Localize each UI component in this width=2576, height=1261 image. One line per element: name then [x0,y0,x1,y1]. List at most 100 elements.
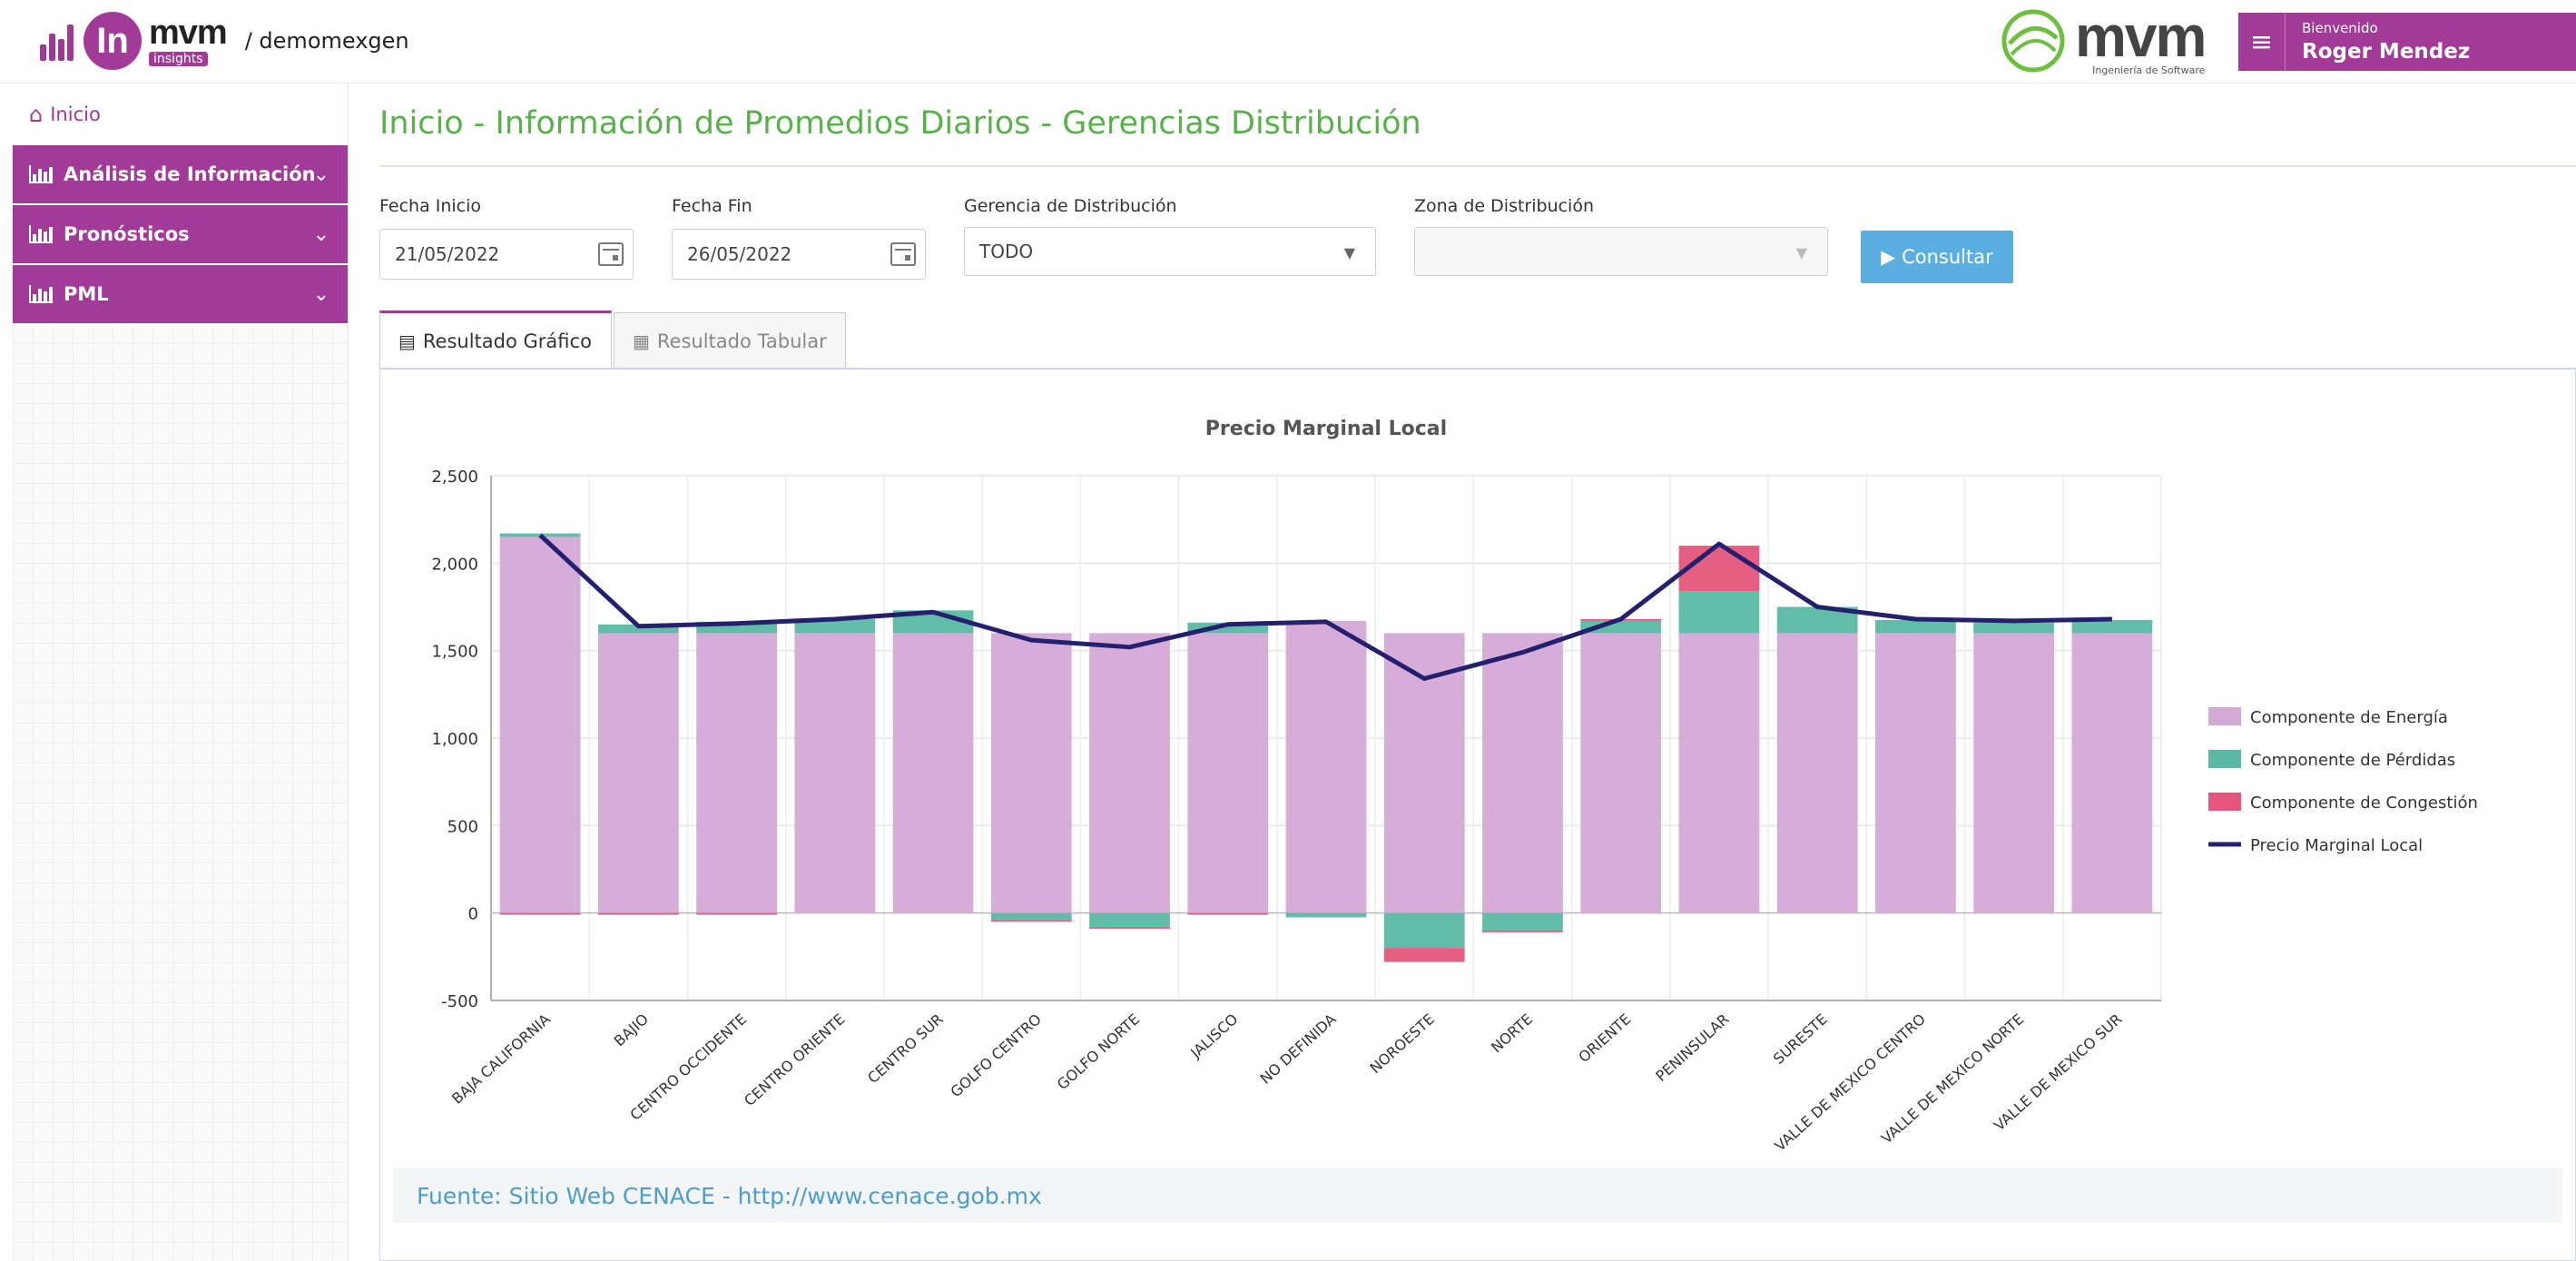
y-tick-label: 1,500 [431,643,478,662]
bar-energia [1089,633,1170,913]
app-subname: insights [149,52,208,66]
bar-chart-icon [29,285,53,303]
x-tick-label: NO DEFINIDA [1256,1010,1339,1088]
y-tick-label: 1,000 [431,730,478,749]
user-menu[interactable]: ≡ Bienvenido Roger Mendez [2238,13,2576,71]
bar-perdidas [1285,912,1367,918]
calendar-icon[interactable] [598,242,624,266]
bar-congestion [1383,948,1465,962]
bar-energia [1580,633,1662,913]
legend-label: Componente de Pérdidas [2250,751,2455,770]
bar-energia [1285,620,1367,913]
legend-swatch [2208,793,2241,811]
x-tick-label: CENTRO SUR [864,1010,947,1087]
bar-energia [2071,633,2153,913]
bar-energia [1875,633,1956,913]
bar-energia [1678,633,1760,913]
sidebar-item-analisis[interactable]: Análisis de Información ⌄ [13,145,348,205]
x-tick-label: GOLFO CENTRO [947,1010,1044,1100]
sidebar-item-pml[interactable]: PML ⌄ [13,265,348,325]
sidebar-item-label: Análisis de Información [64,163,316,185]
fecha-fin-input[interactable]: 26/05/2022 [672,229,926,280]
bar-energia [1973,633,2055,913]
bar-chart-icon [29,165,53,183]
x-tick-label: NOROESTE [1366,1010,1437,1077]
bar-energia [892,633,974,913]
caret-down-icon: ▼ [1795,244,1807,261]
bar-energia [1187,633,1269,913]
bar-energia [1482,633,1563,913]
bar-congestion [499,912,581,915]
legend-swatch [2208,707,2241,725]
legend-label: Componente de Congestión [2250,793,2478,813]
sidebar-item-label: PML [64,283,109,305]
sidebar-item-inicio[interactable]: ⌂ Inicio [13,84,348,145]
bar-congestion [1089,927,1170,930]
y-tick-label: -500 [441,992,478,1011]
top-header: In mvm insights / demomexgen mvm Ingenie… [0,0,2576,84]
source-note: Fuente: Sitio Web CENACE - http://www.ce… [393,1168,2562,1223]
bar-energia [597,633,679,913]
chart-title: Precio Marginal Local [1205,418,1447,440]
x-tick-label: GOLFO NORTE [1054,1010,1143,1093]
x-tick-label: JALISCO [1186,1010,1241,1062]
bar-energia [990,633,1072,913]
bar-energia [499,537,581,913]
bar-congestion [1678,546,1760,592]
x-tick-label: BAJA CALIFORNIA [448,1010,554,1108]
bar-energia [1383,633,1465,913]
bar-energia [696,633,777,913]
fecha-fin-value: 26/05/2022 [687,243,792,265]
app-name: mvm [149,14,228,52]
legend-swatch [2208,750,2241,768]
hamburger-menu-icon[interactable]: ≡ [2238,13,2286,71]
bar-congestion [1482,930,1563,932]
brand-swirl-icon [2001,9,2065,73]
app-logo[interactable]: In mvm insights / demomexgen [36,9,409,73]
legend-label: Precio Marginal Local [2250,836,2423,855]
gerencia-value: TODO [979,241,1034,262]
bar-congestion [696,912,777,915]
brand-name: mvm [2075,3,2207,69]
consultar-button[interactable]: ▶ Consultar [1861,231,2013,283]
bar-perdidas [1089,912,1170,928]
tab-resultado-grafico[interactable]: ▤ Resultado Gráfico [379,310,612,369]
chevron-down-icon: ⌄ [312,163,329,186]
welcome-label: Bienvenido [2302,20,2378,36]
tab-label: Resultado Gráfico [422,330,592,352]
home-icon: ⌂ [29,102,44,127]
bar-perdidas [990,912,1072,921]
y-tick-label: 2,500 [431,468,478,487]
fecha-inicio-input[interactable]: 21/05/2022 [379,229,634,280]
tab-resultado-tabular[interactable]: ▦ Resultado Tabular [614,312,846,369]
gerencia-label: Gerencia de Distribución [964,196,1177,216]
main-content: Inicio - Información de Promedios Diario… [378,84,2576,1261]
chart-panel: Precio Marginal Local 2,500 2,000 1,500 1,00… [379,368,2576,1261]
zona-label: Zona de Distribución [1414,196,1594,216]
chevron-down-icon: ⌄ [312,283,329,306]
zona-select[interactable]: ▼ [1414,227,1828,276]
logo-letters: In [84,12,142,70]
calendar-icon[interactable] [890,242,916,266]
gerencia-select[interactable]: TODO ▼ [964,227,1376,276]
bar-energia [1776,633,1858,913]
bar-perdidas [1973,622,2055,634]
fecha-inicio-label: Fecha Inicio [379,196,482,216]
bar-congestion [1187,912,1269,915]
chevron-down-icon: ⌄ [312,223,329,246]
username: Roger Mendez [2302,40,2471,64]
company-brand: mvm Ingeniería de Software [1997,3,2207,75]
tab-label: Resultado Tabular [656,330,827,352]
y-tick-label: 0 [468,905,478,924]
sidebar: ⌂ Inicio Análisis de Información ⌄ Pronó… [13,84,349,1261]
x-tick-label: NORTE [1488,1010,1536,1057]
table-icon: ▦ [633,330,650,352]
x-tick-label: SURESTE [1770,1010,1831,1068]
bar-energia [794,633,876,913]
bar-perdidas [1678,591,1760,634]
title-divider [379,165,2576,167]
caret-down-icon: ▼ [1343,244,1355,261]
sidebar-item-label: Pronósticos [64,223,190,245]
sidebar-item-pronosticos[interactable]: Pronósticos ⌄ [13,205,348,265]
bar-perdidas [1383,912,1465,949]
